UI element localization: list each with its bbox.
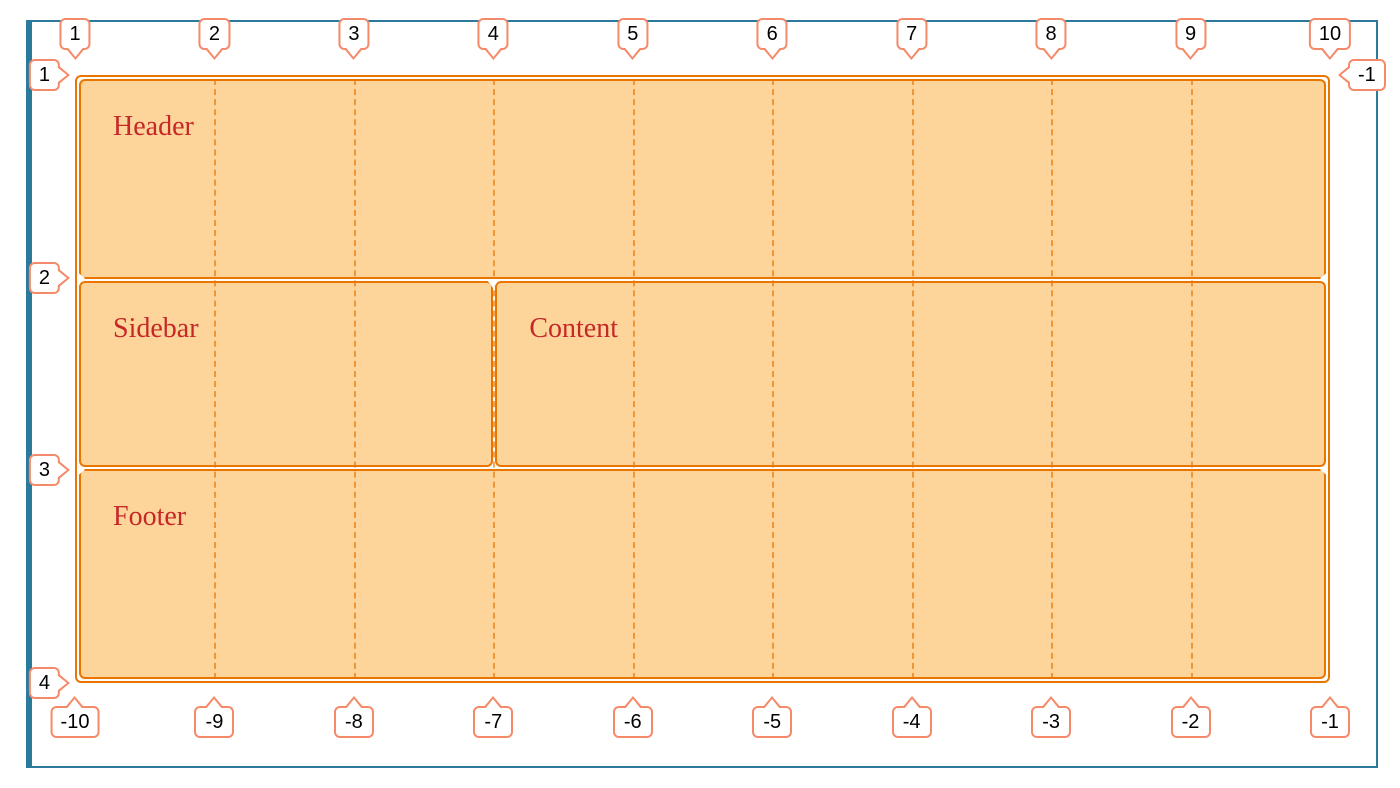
grid-area-footer: Footer (79, 469, 1326, 679)
col-marker-top: 9 (1175, 18, 1206, 50)
col-marker-bottom: -5 (752, 706, 792, 738)
col-marker-top: 1 (59, 18, 90, 50)
header-label: Header (113, 111, 194, 142)
grid-area-header: Header (79, 79, 1326, 279)
col-marker-bottom: -2 (1171, 706, 1211, 738)
col-marker-top: 8 (1036, 18, 1067, 50)
grid-area-content: Content (495, 281, 1326, 467)
grid-area-sidebar: Sidebar (79, 281, 493, 467)
col-marker-bottom: -8 (334, 706, 374, 738)
col-marker-top: 7 (896, 18, 927, 50)
tick-icon (487, 280, 499, 288)
sidebar-label: Sidebar (113, 313, 199, 344)
col-marker-bottom: -3 (1031, 706, 1071, 738)
footer-label: Footer (113, 501, 186, 532)
row-marker-left: 4 (29, 667, 60, 699)
col-marker-top: 4 (478, 18, 509, 50)
grid-diagram: Header Sidebar Content Footer 1 2 3 4 5 6 7 8 9 1… (0, 0, 1400, 788)
content-label: Content (529, 313, 618, 344)
tick-icon (77, 464, 85, 476)
grid-container: Header Sidebar Content Footer (75, 75, 1330, 683)
col-marker-top: 2 (199, 18, 230, 50)
tick-icon (1320, 272, 1328, 284)
row-marker-left: 3 (29, 454, 60, 486)
col-marker-bottom: -10 (51, 706, 100, 738)
col-marker-bottom: -9 (194, 706, 234, 738)
tick-icon (77, 272, 85, 284)
col-marker-top: 10 (1309, 18, 1351, 50)
col-marker-top: 6 (757, 18, 788, 50)
row-marker-right: -1 (1348, 59, 1386, 91)
row-marker-left: 1 (29, 59, 60, 91)
col-marker-bottom: -4 (892, 706, 932, 738)
row-marker-left: 2 (29, 262, 60, 294)
col-marker-bottom: -7 (473, 706, 513, 738)
col-marker-top: 3 (338, 18, 369, 50)
col-marker-bottom: -6 (613, 706, 653, 738)
tick-icon (1320, 464, 1328, 476)
col-marker-top: 5 (617, 18, 648, 50)
col-marker-bottom: -1 (1310, 706, 1350, 738)
